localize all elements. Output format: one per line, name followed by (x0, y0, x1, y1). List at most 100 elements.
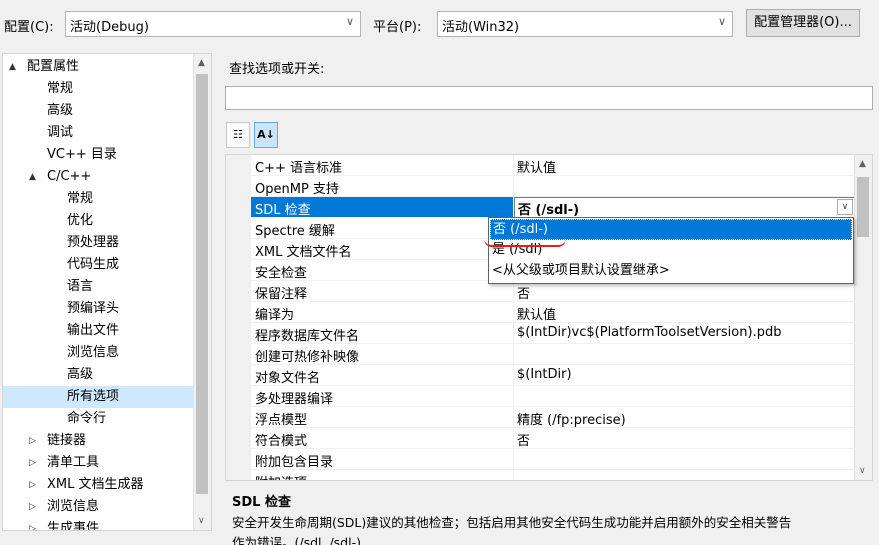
search-label: 查找选项或开关: (229, 62, 325, 77)
property-value[interactable]: 默认值 (517, 157, 556, 176)
property-row[interactable]: 编译为 默认值 (251, 302, 856, 323)
property-name: XML 文档文件名 (255, 245, 352, 260)
tree-item[interactable]: VC++ 目录 (3, 144, 193, 166)
tree-item[interactable]: ▷ 清单工具 (3, 452, 193, 474)
property-name: 安全检查 (255, 266, 308, 281)
property-row[interactable]: C++ 语言标准 默认值 (251, 155, 856, 176)
alphabetical-button[interactable]: A↓ (254, 122, 278, 148)
column-divider (513, 323, 514, 343)
scroll-down-icon[interactable]: ∨ (198, 516, 205, 526)
scroll-down-icon[interactable]: ∨ (859, 466, 866, 476)
property-value[interactable]: $(IntDir)vc$(PlatformToolsetVersion).pdb (517, 325, 781, 340)
categorized-button[interactable]: ☷ (226, 122, 250, 148)
platform-select-value: 活动(Win32) (442, 20, 520, 35)
sort-az-icon: A↓ (257, 128, 275, 141)
tree-item-label: 代码生成 (67, 257, 120, 272)
tree-item-label: 生成事件 (47, 521, 100, 531)
property-row[interactable]: 符合模式 否 (251, 428, 856, 449)
grid-scroll-thumb[interactable] (857, 177, 869, 237)
config-select[interactable]: 活动(Debug) ∨ (65, 11, 361, 37)
collapsed-arrow-icon[interactable]: ▷ (29, 452, 36, 474)
tree-item[interactable]: 高级 (3, 364, 193, 386)
tree-item-label: 优化 (67, 213, 94, 228)
property-value[interactable]: 否 (517, 430, 530, 449)
tree-item[interactable]: 语言 (3, 276, 193, 298)
tree-item[interactable]: ▷ XML 文档生成器 (3, 474, 193, 496)
search-input[interactable] (225, 86, 873, 110)
tree-item[interactable]: 预处理器 (3, 232, 193, 254)
tree-item-label: 浏览信息 (47, 499, 100, 514)
description-title: SDL 检查 (232, 495, 291, 510)
scroll-up-icon[interactable]: ▲ (859, 159, 866, 169)
tree-scrollbar[interactable]: ▲ ∨ (193, 54, 211, 530)
tree-item-label: 链接器 (47, 433, 87, 448)
tree-item[interactable]: 常规 (3, 78, 193, 100)
tree-item[interactable]: 所有选项 (3, 386, 193, 408)
collapsed-arrow-icon[interactable]: ▷ (29, 474, 36, 496)
red-underline-annotation (484, 239, 566, 247)
tree-item-label: 常规 (67, 191, 94, 206)
platform-label: 平台(P): (373, 20, 422, 35)
dropdown-option[interactable]: 否 (/sdl-) (490, 219, 852, 240)
tree-item[interactable]: 预编译头 (3, 298, 193, 320)
tree-item[interactable]: 输出文件 (3, 320, 193, 342)
scroll-up-icon[interactable]: ▲ (198, 58, 205, 68)
tree-item-label: 配置属性 (27, 59, 80, 74)
tree-scroll-thumb[interactable] (196, 74, 208, 494)
config-select-value: 活动(Debug) (70, 20, 149, 35)
property-row[interactable]: 浮点模型 精度 (/fp:precise) (251, 407, 856, 428)
tree-item[interactable]: ▲ C/C++ (3, 166, 193, 188)
config-manager-button[interactable]: 配置管理器(O)... (746, 9, 860, 37)
tree-item[interactable]: 浏览信息 (3, 342, 193, 364)
property-row[interactable]: 保留注释 否 (251, 281, 856, 302)
property-value[interactable]: $(IntDir) (517, 367, 572, 382)
platform-select[interactable]: 活动(Win32) ∨ (437, 11, 733, 37)
grid-gutter (226, 155, 251, 480)
dropdown-option[interactable]: <从父级或项目默认设置继承> (490, 261, 852, 282)
property-row[interactable]: OpenMP 支持 (251, 176, 856, 197)
grid-scrollbar[interactable]: ▲ ∨ (854, 155, 872, 480)
config-label: 配置(C): (4, 20, 54, 35)
tree-item[interactable]: 优化 (3, 210, 193, 232)
expanded-arrow-icon[interactable]: ▲ (9, 56, 16, 78)
property-name: 创建可热修补映像 (255, 350, 360, 365)
collapsed-arrow-icon[interactable]: ▷ (29, 496, 36, 518)
property-value[interactable]: 默认值 (517, 304, 556, 323)
collapsed-arrow-icon[interactable]: ▷ (29, 430, 36, 452)
property-value-combo[interactable]: 否 (/sdl-) ∨ (514, 197, 856, 218)
tree-item[interactable]: ▷ 生成事件 (3, 518, 193, 531)
tree-item[interactable]: 高级 (3, 100, 193, 122)
property-row[interactable]: SDL 检查 否 (/sdl-) ∨ (251, 197, 856, 218)
expanded-arrow-icon[interactable]: ▲ (29, 166, 36, 188)
chevron-down-icon: ∨ (717, 15, 726, 28)
tree-item[interactable]: 命令行 (3, 408, 193, 430)
tree-item[interactable]: 常规 (3, 188, 193, 210)
property-name: OpenMP 支持 (255, 182, 339, 197)
chevron-down-icon[interactable]: ∨ (837, 199, 853, 215)
tree-item[interactable]: 调试 (3, 122, 193, 144)
property-row[interactable]: 附加选项 (251, 470, 856, 480)
column-divider (513, 470, 514, 480)
property-value: 否 (/sdl-) (518, 203, 580, 218)
property-row[interactable]: 多处理器编译 (251, 386, 856, 407)
property-name: SDL 检查 (255, 203, 311, 218)
tree-item-label: VC++ 目录 (47, 147, 117, 162)
property-value[interactable]: 否 (517, 283, 530, 302)
tree-item[interactable]: ▷ 浏览信息 (3, 496, 193, 518)
property-row[interactable]: 创建可热修补映像 (251, 344, 856, 365)
categorized-icon: ☷ (233, 128, 243, 141)
tree-item[interactable]: ▲ 配置属性 (3, 56, 193, 78)
column-divider (513, 428, 514, 448)
tree-item[interactable]: 代码生成 (3, 254, 193, 276)
column-divider (513, 302, 514, 322)
tree-item[interactable]: ▷ 链接器 (3, 430, 193, 452)
column-divider (513, 155, 514, 175)
property-row[interactable]: 程序数据库文件名 $(IntDir)vc$(PlatformToolsetVers… (251, 323, 856, 344)
property-name: 附加包含目录 (255, 455, 334, 470)
property-value[interactable]: 精度 (/fp:precise) (517, 409, 626, 428)
property-row[interactable]: 对象文件名 $(IntDir) (251, 365, 856, 386)
property-row[interactable]: 附加包含目录 (251, 449, 856, 470)
description-panel: SDL 检查 安全开发生命周期(SDL)建议的其他检查；包括启用其他安全代码生成… (225, 485, 873, 545)
collapsed-arrow-icon[interactable]: ▷ (29, 518, 36, 530)
column-divider (513, 281, 514, 301)
